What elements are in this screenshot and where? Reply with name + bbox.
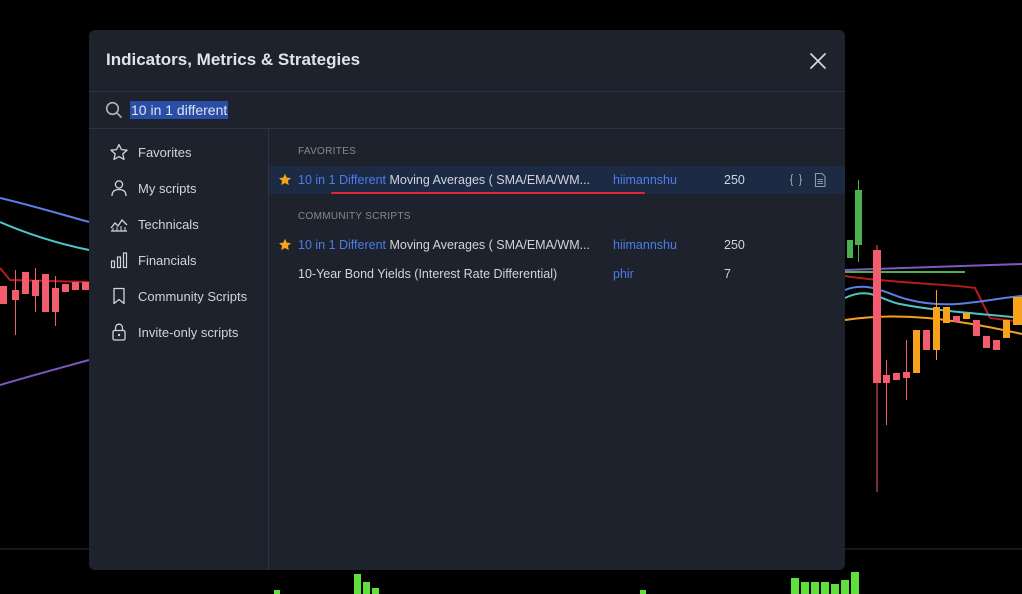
- sidebar-item-label: Invite-only scripts: [138, 325, 239, 340]
- sidebar-item-favorites[interactable]: Favorites: [89, 137, 268, 167]
- chart-line-icon: [110, 218, 128, 232]
- sidebar-item-invite-only-scripts[interactable]: Invite-only scripts: [89, 317, 268, 347]
- sidebar-item-financials[interactable]: Financials: [89, 245, 268, 275]
- dialog-title: Indicators, Metrics & Strategies: [106, 50, 361, 69]
- result-row[interactable]: 10 in 1 Different Moving Averages ( SMA/…: [269, 231, 845, 259]
- document-icon[interactable]: [812, 172, 828, 188]
- script-author[interactable]: phir: [613, 267, 634, 281]
- script-likes-count: 250: [724, 173, 745, 187]
- script-name: 10-Year Bond Yields (Interest Rate Diffe…: [298, 267, 557, 281]
- close-icon: [810, 53, 826, 69]
- script-likes-count: 250: [724, 238, 745, 252]
- script-name-rest: Moving Averages ( SMA/EMA/WM...: [386, 173, 591, 187]
- sidebar-item-community-scripts[interactable]: Community Scripts: [89, 281, 268, 311]
- star-icon[interactable]: [278, 173, 292, 187]
- script-name-match: 10 in 1 Different: [298, 238, 387, 252]
- bookmark-icon: [113, 287, 125, 305]
- search-input[interactable]: 10 in 1 different: [130, 101, 229, 119]
- search-icon: [105, 101, 122, 118]
- star-outline-icon: [110, 143, 128, 161]
- sidebar-item-label: Financials: [138, 253, 197, 268]
- search-bar: 10 in 1 different: [89, 92, 845, 129]
- script-likes-count: 7: [724, 267, 731, 281]
- sidebar-item-label: Community Scripts: [138, 289, 248, 304]
- script-author[interactable]: hiimannshu: [613, 238, 677, 252]
- lock-icon: [112, 323, 126, 341]
- results-panel: FAVORITES 10 in 1 Different Moving Avera…: [269, 129, 845, 570]
- result-row[interactable]: 10 in 1 Different Moving Averages ( SMA/…: [269, 166, 845, 194]
- star-icon[interactable]: [278, 238, 292, 252]
- script-name-rest: 10-Year Bond Yields (Interest Rate Diffe…: [298, 267, 558, 281]
- sidebar-item-technicals[interactable]: Technicals: [89, 209, 268, 239]
- section-heading-favorites: FAVORITES: [298, 146, 357, 157]
- sidebar-item-my-scripts[interactable]: My scripts: [89, 173, 268, 203]
- close-button[interactable]: [805, 48, 831, 74]
- red-underline-annotation: [331, 192, 645, 194]
- indicators-dialog: Indicators, Metrics & Strategies 10 in 1…: [89, 30, 845, 570]
- sidebar-item-label: Favorites: [138, 145, 192, 160]
- sidebar-item-label: Technicals: [138, 217, 199, 232]
- script-name-match: 10 in 1 Different: [298, 173, 387, 187]
- section-heading-community-scripts: COMMUNITY SCRIPTS: [298, 211, 411, 222]
- script-author[interactable]: hiimannshu: [613, 173, 677, 187]
- result-row[interactable]: 10-Year Bond Yields (Interest Rate Diffe…: [269, 260, 845, 288]
- script-name: 10 in 1 Different Moving Averages ( SMA/…: [298, 173, 590, 187]
- dialog-header: Indicators, Metrics & Strategies: [89, 30, 845, 92]
- sidebar-item-label: My scripts: [138, 181, 197, 196]
- user-icon: [111, 180, 127, 197]
- script-name-rest: Moving Averages ( SMA/EMA/WM...: [386, 238, 591, 252]
- bar-chart-icon: [110, 252, 128, 269]
- script-name: 10 in 1 Different Moving Averages ( SMA/…: [298, 238, 590, 252]
- category-sidebar: Favorites My scripts Technicals Financia…: [89, 129, 269, 570]
- source-code-icon[interactable]: [788, 172, 804, 188]
